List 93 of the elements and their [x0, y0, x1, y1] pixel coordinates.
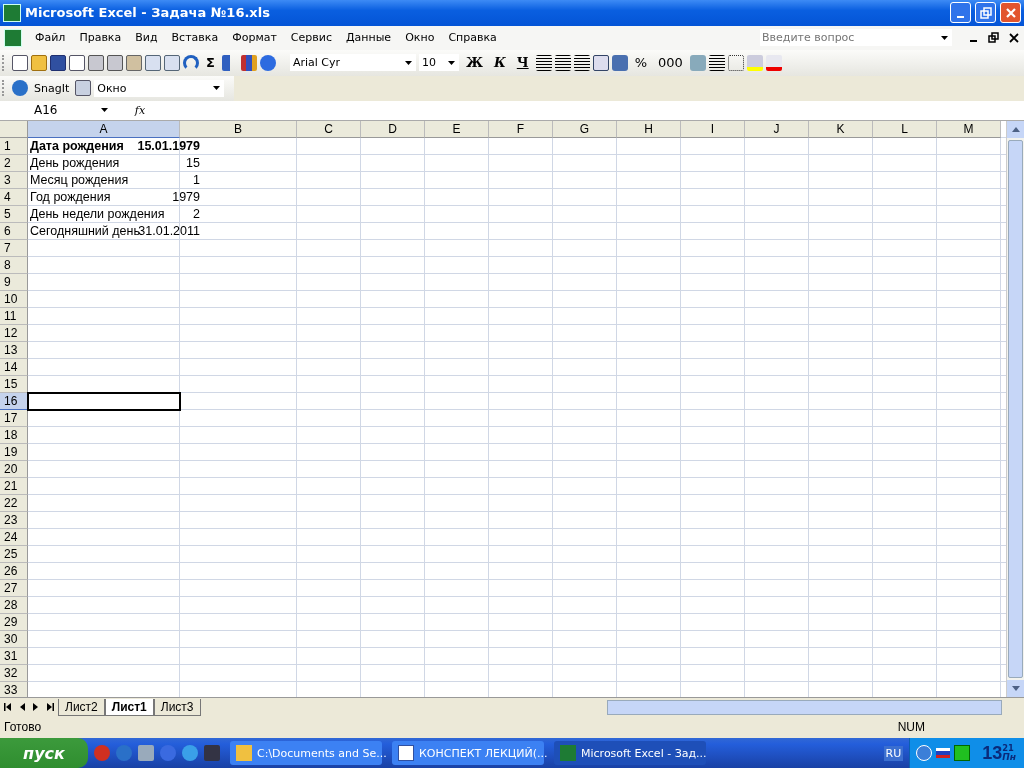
cell-text: 1	[192, 171, 201, 189]
italic-button[interactable]: К	[489, 55, 510, 71]
cell-text: 15	[185, 154, 201, 172]
clock: 13$^{21}$ Пн	[982, 742, 1016, 764]
window-title: Microsoft Excel - Задача №16.xls	[25, 5, 270, 21]
capture-icon[interactable]	[75, 80, 92, 97]
help-icon[interactable]	[259, 54, 276, 71]
caret-icon[interactable]	[101, 108, 108, 113]
spreadsheet-icon	[4, 28, 22, 47]
printer-icon[interactable]	[107, 54, 123, 71]
menu-item[interactable]: Сервис	[283, 29, 339, 47]
caret-icon[interactable]	[404, 60, 412, 65]
taskbar-button[interactable]: Microsoft Excel - Зад...	[554, 741, 706, 765]
minimize-button[interactable]	[950, 2, 971, 24]
close-button[interactable]	[1000, 2, 1021, 24]
language-indicator[interactable]: RU	[883, 745, 904, 761]
undo-icon[interactable]	[183, 54, 199, 71]
chevron-icon[interactable]	[916, 745, 933, 761]
sheet-tab[interactable]: Лист1	[104, 698, 154, 716]
menu-item[interactable]: Правка	[72, 29, 129, 47]
active-cell[interactable]	[27, 391, 181, 411]
paste-icon[interactable]	[164, 54, 180, 71]
merge-icon[interactable]	[592, 54, 609, 71]
sheet-tab[interactable]: Лист3	[153, 698, 201, 716]
cell-text: 1979	[171, 188, 201, 206]
autosum-button[interactable]: Σ	[202, 55, 219, 71]
restore-icon	[979, 6, 992, 19]
capture-target-dropdown[interactable]: Окно	[94, 79, 225, 97]
menu-item[interactable]: Файл	[28, 29, 73, 47]
open-folder-icon[interactable]	[31, 54, 47, 71]
menu-item[interactable]: Формат	[225, 29, 284, 47]
menu-item[interactable]: Справка	[441, 29, 504, 47]
cell-text: 2	[192, 205, 201, 223]
restore-button[interactable]	[975, 2, 996, 24]
scrollbar-thumb[interactable]	[1008, 139, 1023, 679]
folder-icon	[236, 745, 252, 761]
font-color-icon[interactable]	[765, 54, 782, 71]
menu-item[interactable]: Окно	[398, 29, 442, 47]
insert-function-button[interactable]: fx	[112, 103, 168, 117]
document-icon	[398, 745, 414, 761]
snagit-icon[interactable]	[12, 80, 28, 97]
cell-text: Сегодняшний день	[29, 222, 140, 240]
caret-icon[interactable]	[213, 86, 221, 91]
browser-icon[interactable]	[182, 745, 198, 761]
close-icon	[1004, 6, 1017, 19]
start-button[interactable]: пуск	[0, 738, 88, 768]
scroll-down-button[interactable]	[1007, 680, 1024, 698]
num-lock-indicator: NUM	[897, 720, 925, 735]
last-sheet-button[interactable]	[46, 703, 54, 712]
save-icon[interactable]	[50, 54, 66, 71]
caret-icon[interactable]	[447, 60, 455, 65]
sheet-tab[interactable]: Лист2	[58, 698, 105, 716]
close-icon[interactable]	[1008, 31, 1020, 44]
indent-icon[interactable]	[708, 54, 725, 71]
menu-item[interactable]: Вставка	[164, 29, 226, 47]
status-text: Готово	[4, 720, 42, 735]
cell-text: Год рождения	[29, 188, 112, 206]
font-size-dropdown[interactable]: 10	[418, 54, 459, 72]
underline-button[interactable]: Ч	[512, 55, 533, 71]
cell-text: День рождения	[29, 154, 121, 172]
cell-text: Месяц рождения	[29, 171, 130, 189]
printer-icon[interactable]	[88, 54, 104, 71]
fill-color-icon[interactable]	[746, 54, 763, 71]
minimize-icon	[957, 15, 964, 18]
flag-icon[interactable]	[936, 748, 951, 758]
next-sheet-button[interactable]	[33, 703, 38, 712]
thousands-button[interactable]: 000	[654, 55, 687, 71]
previous-sheet-button[interactable]	[20, 703, 25, 712]
restore-icon[interactable]	[988, 31, 1000, 44]
spreadsheet-icon	[560, 745, 576, 761]
preview-icon[interactable]	[126, 54, 142, 71]
cell-text: 15.01.1979	[136, 137, 201, 155]
font-dropdown[interactable]: Arial Cyr	[289, 54, 416, 72]
document-icon[interactable]	[69, 54, 85, 71]
menu-item[interactable]: Вид	[128, 29, 165, 47]
first-sheet-button[interactable]	[4, 703, 12, 712]
copy-icon[interactable]	[145, 54, 161, 71]
menu-item[interactable]: Данные	[338, 29, 399, 47]
cell-text: Дата рождения	[29, 137, 125, 155]
percent-button[interactable]: %	[630, 55, 651, 71]
align-right-icon[interactable]	[573, 54, 590, 71]
up-arrow-icon	[1011, 126, 1020, 132]
snagit-button[interactable]: SnagIt	[31, 81, 73, 95]
horizontal-scrollbar[interactable]	[607, 699, 1002, 715]
name-box[interactable]: A16	[0, 100, 112, 120]
bold-button[interactable]: Ж	[461, 55, 487, 71]
spreadsheet-icon	[3, 3, 21, 22]
chart-icon[interactable]	[240, 54, 257, 71]
new-document-icon[interactable]	[12, 54, 28, 71]
currency-icon[interactable]	[611, 54, 628, 71]
cell-text: День недели рождения	[29, 205, 166, 223]
down-arrow-icon	[1011, 686, 1020, 692]
caret-icon[interactable]	[941, 35, 948, 40]
